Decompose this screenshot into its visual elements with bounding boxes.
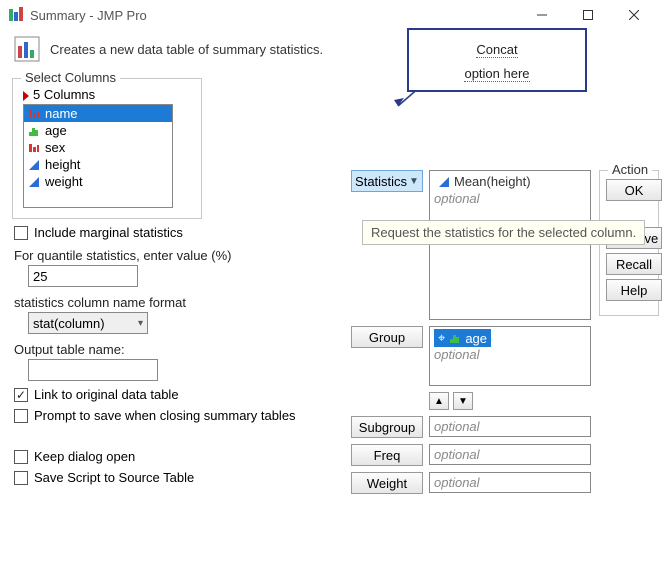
link-original-checkbox[interactable]: [14, 388, 28, 402]
prompt-save-label: Prompt to save when closing summary tabl…: [34, 408, 296, 423]
statistics-dropzone[interactable]: Mean(height) optional: [429, 170, 591, 320]
column-item[interactable]: weight: [24, 173, 172, 190]
link-original-row[interactable]: Link to original data table: [14, 387, 340, 402]
select-columns-fieldset: Select Columns 5 Columns nameagesexheigh…: [12, 78, 202, 219]
close-button[interactable]: [611, 0, 657, 30]
save-script-row[interactable]: Save Script to Source Table: [14, 470, 340, 485]
statistics-placeholder: optional: [434, 191, 586, 206]
ok-button[interactable]: OK: [606, 179, 662, 201]
titlebar: Summary - JMP Pro: [0, 0, 665, 30]
group-entry[interactable]: ⌖ age: [434, 329, 491, 347]
minimize-button[interactable]: [519, 0, 565, 30]
name-format-value: stat(column): [33, 316, 105, 331]
sort-desc-button[interactable]: ▼: [453, 392, 473, 410]
summary-icon: [14, 36, 40, 62]
action-legend: Action: [608, 162, 652, 177]
freq-dropzone[interactable]: optional: [429, 444, 591, 465]
quantile-label: For quantile statistics, enter value (%): [14, 248, 340, 263]
freq-button-label: Freq: [374, 448, 401, 463]
statistics-entry-label: Mean(height): [454, 174, 531, 189]
columns-count-label: 5 Columns: [33, 87, 95, 102]
recall-button[interactable]: Recall: [606, 253, 662, 275]
keep-open-checkbox[interactable]: [14, 450, 28, 464]
subgroup-dropzone[interactable]: optional: [429, 416, 591, 437]
sort-asc-button[interactable]: ▲: [429, 392, 449, 410]
link-icon: ⌖: [438, 330, 445, 346]
columns-listbox[interactable]: nameagesexheightweight: [23, 104, 173, 208]
select-columns-legend: Select Columns: [21, 70, 120, 85]
link-original-label: Link to original data table: [34, 387, 179, 402]
output-name-label: Output table name:: [14, 342, 340, 357]
chevron-down-icon: ▼: [409, 176, 419, 187]
prompt-save-row[interactable]: Prompt to save when closing summary tabl…: [14, 408, 340, 423]
group-placeholder: optional: [434, 347, 586, 362]
name-format-label: statistics column name format: [14, 295, 340, 310]
prompt-save-checkbox[interactable]: [14, 409, 28, 423]
subgroup-placeholder: optional: [434, 419, 480, 434]
save-script-checkbox[interactable]: [14, 471, 28, 485]
save-script-label: Save Script to Source Table: [34, 470, 194, 485]
chevron-down-icon: ▾: [138, 318, 143, 329]
keep-open-row[interactable]: Keep dialog open: [14, 449, 340, 464]
name-format-dropdown[interactable]: stat(column) ▾: [28, 312, 148, 334]
weight-dropzone[interactable]: optional: [429, 472, 591, 493]
group-button-label: Group: [369, 330, 405, 345]
group-entry-label: age: [465, 331, 487, 346]
columns-count-header[interactable]: 5 Columns: [23, 87, 191, 102]
output-name-input[interactable]: [28, 359, 158, 381]
app-icon: [8, 7, 24, 23]
weight-placeholder: optional: [434, 475, 480, 490]
subgroup-button-label: Subgroup: [359, 420, 415, 435]
window-title: Summary - JMP Pro: [30, 8, 519, 23]
statistics-button-label: Statistics: [355, 174, 407, 189]
statistics-entry[interactable]: Mean(height): [434, 173, 535, 190]
include-marginal-checkbox[interactable]: [14, 226, 28, 240]
annotation-callout: Concatoption here: [407, 28, 587, 92]
freq-placeholder: optional: [434, 447, 480, 462]
group-dropzone[interactable]: ⌖ age optional: [429, 326, 591, 386]
column-item[interactable]: height: [24, 156, 172, 173]
subgroup-button[interactable]: Subgroup: [351, 416, 423, 438]
freq-button[interactable]: Freq: [351, 444, 423, 466]
column-item[interactable]: age: [24, 122, 172, 139]
maximize-button[interactable]: [565, 0, 611, 30]
column-item[interactable]: sex: [24, 139, 172, 156]
include-marginal-row[interactable]: Include marginal statistics: [14, 225, 340, 240]
help-button[interactable]: Help: [606, 279, 662, 301]
tooltip: Request the statistics for the selected …: [362, 220, 645, 245]
statistics-button[interactable]: Statistics ▼: [351, 170, 423, 192]
description-text: Creates a new data table of summary stat…: [50, 42, 323, 57]
weight-button[interactable]: Weight: [351, 472, 423, 494]
include-marginal-label: Include marginal statistics: [34, 225, 183, 240]
group-button[interactable]: Group: [351, 326, 423, 348]
weight-button-label: Weight: [367, 476, 407, 491]
column-item[interactable]: name: [24, 105, 172, 122]
keep-open-label: Keep dialog open: [34, 449, 135, 464]
disclosure-triangle-icon: [23, 91, 29, 101]
quantile-input[interactable]: [28, 265, 138, 287]
